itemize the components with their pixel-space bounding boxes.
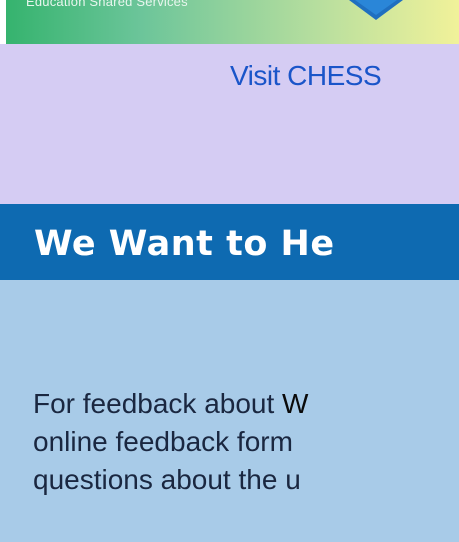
feedback-section: For feedback about W online feedback for… (0, 280, 459, 542)
site-banner: Education Shared Services (6, 0, 459, 44)
feedback-line-1-emphasis: W (282, 388, 309, 419)
feedback-line-3: questions about the u (33, 464, 301, 495)
page: Education Shared Services Visit CHESS We… (0, 0, 459, 542)
section-title: We Want to He (34, 224, 335, 264)
banner-subtitle: Education Shared Services (26, 0, 188, 9)
section-header: We Want to He (0, 204, 459, 280)
feedback-line-1-prefix: For feedback about (33, 388, 283, 419)
visit-chess-link[interactable]: Visit CHESS (230, 60, 382, 92)
feedback-paragraph: For feedback about W online feedback for… (33, 385, 459, 499)
feedback-line-2: online feedback form (33, 426, 293, 457)
shield-logo-icon (349, 0, 403, 20)
feedback-line-1: For feedback about W (33, 385, 459, 423)
